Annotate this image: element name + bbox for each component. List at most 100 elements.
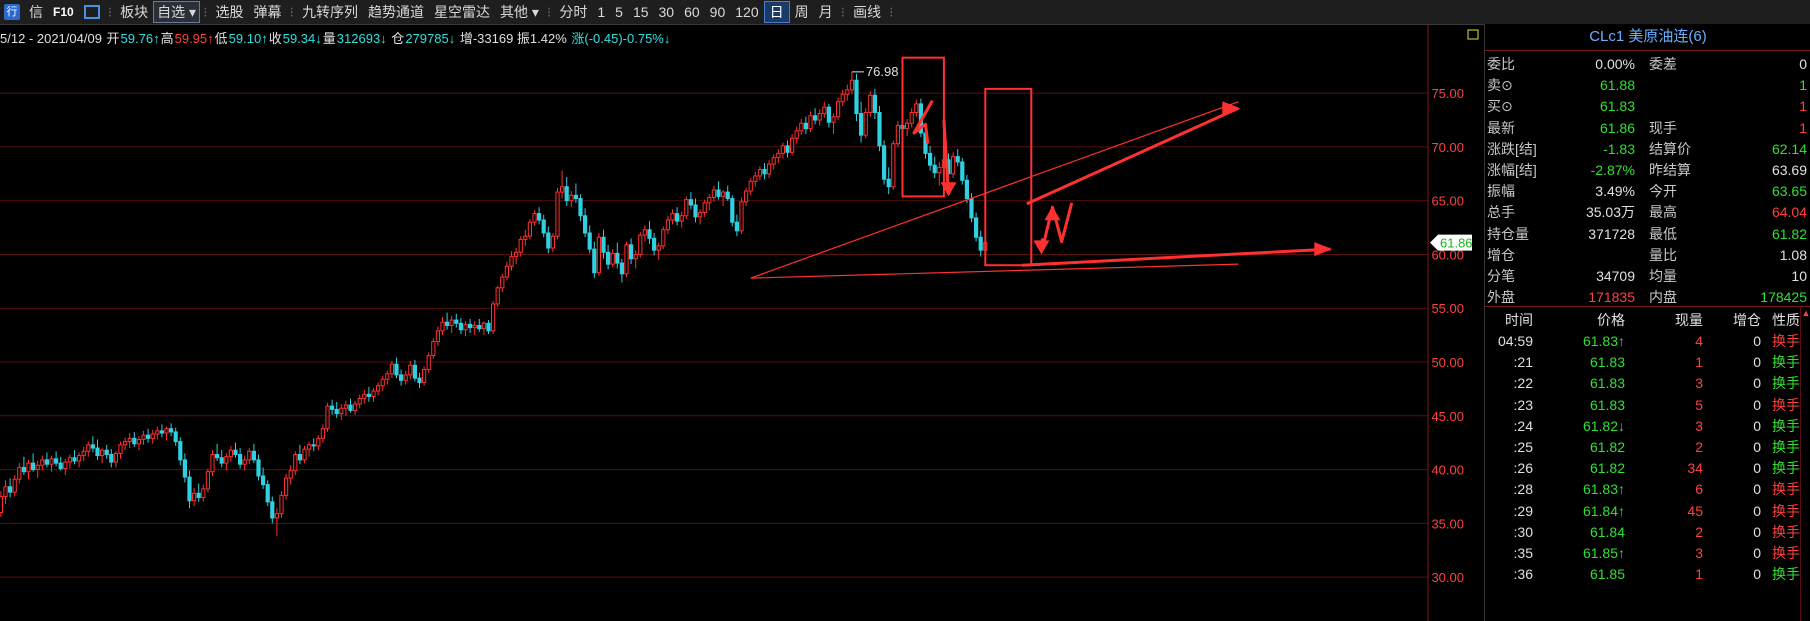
toolbar-item-28[interactable]: 画线 xyxy=(848,2,886,22)
candle-body xyxy=(353,403,358,411)
arrowhead xyxy=(1044,206,1061,221)
tick-price: 61.82↓ xyxy=(1582,417,1625,434)
candle-body xyxy=(955,156,960,163)
candle-body xyxy=(449,319,454,326)
stat-value: 171835 xyxy=(1588,289,1635,306)
candle-body xyxy=(610,252,615,265)
scrollbar[interactable]: ▲ xyxy=(1800,308,1810,621)
candle-body xyxy=(495,287,500,305)
candle-body xyxy=(136,438,142,445)
toolbar-item-8[interactable]: 选股 xyxy=(211,2,249,22)
candle-body xyxy=(688,199,693,206)
candle-body xyxy=(725,191,730,200)
candle-body xyxy=(656,245,661,251)
stat-label: 分笔 xyxy=(1487,268,1515,284)
candle-body xyxy=(454,319,459,324)
tick-price: 61.83↑ xyxy=(1582,481,1625,498)
candle-body xyxy=(905,122,910,130)
toolbar-item-0[interactable]: 行 xyxy=(4,4,20,20)
toolbar-item-19[interactable]: 15 xyxy=(628,4,654,20)
tick-time: :25 xyxy=(1513,439,1533,455)
toolbar-item-23[interactable]: 120 xyxy=(730,4,763,20)
candle-body xyxy=(619,262,624,275)
tick-row[interactable]: 04:59 61.83↑ 4 0 换手 xyxy=(1485,330,1810,352)
candle-body xyxy=(215,454,220,459)
toolbar-item-9[interactable]: 弹幕 xyxy=(249,2,287,22)
candle-body xyxy=(537,213,542,221)
panel-divider xyxy=(1485,50,1810,51)
stat-value-2: 64.04 xyxy=(1771,204,1807,221)
toolbar-item-14[interactable]: 其他 ▾ xyxy=(495,2,544,22)
candle-body xyxy=(790,137,795,153)
toolbar-item-3[interactable] xyxy=(83,5,100,19)
toolbar-item-16[interactable]: 分时 xyxy=(554,2,592,22)
tick-row[interactable]: :26 61.82 34 0 换手 xyxy=(1485,457,1810,479)
toolbar-item-25[interactable]: 周 xyxy=(790,2,814,22)
tick-increase: 0 xyxy=(1753,375,1761,392)
toolbar-item-26[interactable]: 月 xyxy=(814,2,838,22)
toolbar-item-20[interactable]: 30 xyxy=(654,4,680,20)
tick-row[interactable]: :28 61.83↑ 6 0 换手 xyxy=(1485,478,1810,500)
toolbar-item-5[interactable]: 板块 xyxy=(115,2,153,22)
tick-row[interactable]: :30 61.84 2 0 换手 xyxy=(1485,521,1810,543)
settings-icon[interactable] xyxy=(1467,29,1479,40)
tick-price: 61.83 xyxy=(1589,396,1625,413)
candle-body xyxy=(380,378,385,387)
toolbar-item-21[interactable]: 60 xyxy=(679,4,705,20)
toolbar-item-17[interactable]: 1 xyxy=(592,4,610,20)
toolbar-item-12[interactable]: 趋势通道 xyxy=(363,2,429,22)
tick-increase: 0 xyxy=(1753,396,1761,413)
candle-body xyxy=(403,374,408,381)
toolbar-item-2[interactable]: F10 xyxy=(48,5,79,19)
candle-body xyxy=(164,428,169,434)
tick-price: 61.83 xyxy=(1589,375,1625,392)
candle-body xyxy=(951,156,956,175)
stat-label: 卖⊙ xyxy=(1487,77,1513,94)
candle-body xyxy=(3,486,8,497)
candle-body xyxy=(974,217,979,238)
tick-row[interactable]: :24 61.82↓ 3 0 换手 xyxy=(1485,415,1810,437)
stat-value: 3.49% xyxy=(1595,183,1635,200)
candle-body xyxy=(849,79,854,91)
toolbar-item-6[interactable]: 自选 ▾ xyxy=(153,1,201,23)
stat-label-2: 委差 xyxy=(1649,56,1677,72)
tick-row[interactable]: :29 61.84↑ 45 0 换手 xyxy=(1485,500,1810,522)
toolbar-item-13[interactable]: 星空雷达 xyxy=(429,2,495,22)
tick-row[interactable]: :21 61.83 1 0 换手 xyxy=(1485,351,1810,373)
tick-increase: 0 xyxy=(1753,481,1761,498)
tick-row[interactable]: :36 61.85 1 0 换手 xyxy=(1485,563,1810,585)
candle-body xyxy=(578,198,583,217)
tick-row[interactable]: :25 61.82 2 0 换手 xyxy=(1485,436,1810,458)
toolbar-item-22[interactable]: 90 xyxy=(705,4,731,20)
candle-body xyxy=(316,437,321,447)
stat-label: 委比 xyxy=(1487,56,1515,72)
candle-body xyxy=(808,115,813,130)
candlestick-chart[interactable]: 75.0070.0065.0060.0055.0050.0045.0040.00… xyxy=(0,24,1484,621)
stat-row: 最新 61.86 现手 1 xyxy=(1485,117,1810,139)
tick-row[interactable]: :22 61.83 3 0 换手 xyxy=(1485,372,1810,394)
candle-body xyxy=(698,212,703,218)
candle-body xyxy=(891,143,896,188)
candle-body xyxy=(969,198,974,219)
candle-body xyxy=(169,428,174,433)
candle-body xyxy=(675,213,680,222)
tick-row[interactable]: :23 61.83 5 0 换手 xyxy=(1485,394,1810,416)
stat-value: 35.03万 xyxy=(1585,204,1635,221)
scroll-up-icon[interactable]: ▲ xyxy=(1801,308,1810,318)
panel-divider xyxy=(1485,306,1810,307)
toolbar-item-11[interactable]: 九转序列 xyxy=(297,2,363,22)
candle-body xyxy=(8,486,13,493)
candle-body xyxy=(408,364,413,376)
tick-increase: 0 xyxy=(1753,566,1761,583)
tick-row[interactable]: :35 61.85↑ 3 0 换手 xyxy=(1485,542,1810,564)
tick-price: 61.85 xyxy=(1589,566,1625,583)
candle-body xyxy=(652,237,657,251)
candle-body xyxy=(978,236,983,251)
candle-body xyxy=(146,434,151,439)
toolbar-item-15: ⁝ xyxy=(546,3,552,20)
toolbar-item-24[interactable]: 日 xyxy=(763,1,790,23)
toolbar-item-18[interactable]: 5 xyxy=(610,4,628,20)
candle-body xyxy=(532,213,537,223)
toolbar-item-1[interactable]: 信 xyxy=(24,2,48,22)
candle-body xyxy=(928,152,933,166)
